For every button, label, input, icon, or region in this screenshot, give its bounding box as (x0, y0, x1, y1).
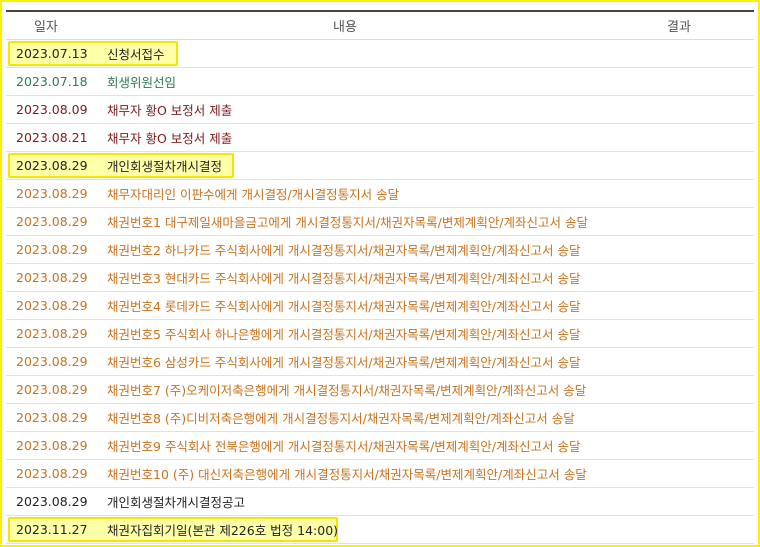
row-content: 채권번호8 (주)디비저축은행에게 개시결정통지서/채권자목록/변제계획안/계좌… (107, 411, 575, 426)
table-row: 2023.08.29 채권번호9 주식회사 전북은행에게 개시결정통지서/채권자목… (6, 432, 754, 460)
table-header: 일자 내용 결과 (6, 12, 754, 40)
row-content: 채권번호7 (주)오케이저축은행에게 개시결정통지서/채권자목록/변제계획안/계… (107, 383, 587, 398)
row-content: 개인회생절차개시결정 (107, 159, 223, 174)
table-row: 2023.08.29 채무자대리인 이판수에게 개시결정/개시결정통지서 송달 (6, 180, 754, 208)
row-content: 채권번호3 현대카드 주식회사에게 개시결정통지서/채권자목록/변제계획안/계좌… (107, 271, 581, 286)
row-date: 2023.08.29 (16, 186, 88, 201)
row-content: 회생위원선임 (107, 75, 177, 90)
row-date: 2023.08.09 (16, 102, 88, 117)
table-row: 2023.11.27 채권자집회기일(본관 제226호 법정 14:00) (6, 516, 754, 544)
row-date: 2023.08.29 (16, 410, 88, 425)
table-row: 2023.08.29 채권번호1 대구제일새마을금고에게 개시결정통지서/채권자목… (6, 208, 754, 236)
row-date: 2023.08.29 (16, 494, 88, 509)
table-row: 2023.08.29 개인회생절차개시결정 (6, 152, 754, 180)
row-content: 채권번호9 주식회사 전북은행에게 개시결정통지서/채권자목록/변제계획안/계좌… (107, 439, 581, 454)
row-content: 채권번호1 대구제일새마을금고에게 개시결정통지서/채권자목록/변제계획안/계좌… (107, 215, 589, 230)
row-content: 신청서접수 (107, 47, 165, 62)
row-content: 채권번호2 하나카드 주식회사에게 개시결정통지서/채권자목록/변제계획안/계좌… (107, 243, 581, 258)
row-content: 채권번호6 삼성카드 주식회사에게 개시결정통지서/채권자목록/변제계획안/계좌… (107, 355, 581, 370)
row-content: 개인회생절차개시결정공고 (107, 495, 246, 510)
table-row: 2023.08.29 채권번호6 삼성카드 주식회사에게 개시결정통지서/채권자목… (6, 348, 754, 376)
row-date: 2023.08.29 (16, 438, 88, 453)
table-row: 2023.07.13 신청서접수 (6, 40, 754, 68)
table-row: 2023.08.29 채권번호2 하나카드 주식회사에게 개시결정통지서/채권자목… (6, 236, 754, 264)
row-date: 2023.08.29 (16, 214, 88, 229)
table-row: 2023.08.29 채권번호7 (주)오케이저축은행에게 개시결정통지서/채권자… (6, 376, 754, 404)
row-date: 2023.08.29 (16, 270, 88, 285)
row-date: 2023.08.29 (16, 242, 88, 257)
row-date: 2023.08.29 (16, 326, 88, 341)
table-row: 2023.08.09 채무자 황O 보정서 제출 (6, 96, 754, 124)
row-date: 2023.08.29 (16, 382, 88, 397)
row-date: 2023.08.29 (16, 354, 88, 369)
table-row: 2023.08.29 채권번호3 현대카드 주식회사에게 개시결정통지서/채권자목… (6, 264, 754, 292)
row-date: 2023.07.13 (16, 46, 88, 61)
row-content: 채무자 황O 보정서 제출 (107, 103, 233, 118)
header-content: 내용 (333, 20, 357, 35)
row-date: 2023.08.21 (16, 130, 88, 145)
case-progress-table: 일자 내용 결과 2023.07.13 신청서접수 2023.07.18 회생위원선임… (6, 10, 754, 544)
row-date: 2023.08.29 (16, 298, 88, 313)
row-content: 채무자대리인 이판수에게 개시결정/개시결정통지서 송달 (107, 187, 400, 202)
screenshot-frame: 일자 내용 결과 2023.07.13 신청서접수 2023.07.18 회생위원선임… (0, 0, 760, 547)
row-date: 2023.08.29 (16, 158, 88, 173)
row-content: 채권번호4 롯데카드 주식회사에게 개시결정통지서/채권자목록/변제계획안/계좌… (107, 299, 581, 314)
table-row: 2023.08.21 채무자 황O 보정서 제출 (6, 124, 754, 152)
table-row: 2023.08.29 개인회생절차개시결정공고 (6, 488, 754, 516)
row-date: 2023.08.29 (16, 466, 88, 481)
table-row: 2023.07.18 회생위원선임 (6, 68, 754, 96)
row-content: 채권자집회기일(본관 제226호 법정 14:00) (107, 523, 339, 538)
table-row: 2023.08.29 채권번호8 (주)디비저축은행에게 개시결정통지서/채권자목… (6, 404, 754, 432)
table-row: 2023.08.29 채권번호4 롯데카드 주식회사에게 개시결정통지서/채권자목… (6, 292, 754, 320)
header-date: 일자 (34, 20, 58, 35)
row-date: 2023.11.27 (16, 522, 88, 537)
row-date: 2023.07.18 (16, 74, 88, 89)
row-content: 채권번호5 주식회사 하나은행에게 개시결정통지서/채권자목록/변제계획안/계좌… (107, 327, 581, 342)
row-content: 채무자 황O 보정서 제출 (107, 131, 233, 146)
table-row: 2023.08.29 채권번호5 주식회사 하나은행에게 개시결정통지서/채권자목… (6, 320, 754, 348)
table-body: 2023.07.13 신청서접수 2023.07.18 회생위원선임 2023.08.0… (6, 40, 754, 544)
table-row: 2023.08.29 채권번호10 (주) 대신저축은행에게 개시결정통지서/채권… (6, 460, 754, 488)
row-content: 채권번호10 (주) 대신저축은행에게 개시결정통지서/채권자목록/변제계획안/… (107, 467, 587, 482)
header-result: 결과 (667, 20, 691, 35)
